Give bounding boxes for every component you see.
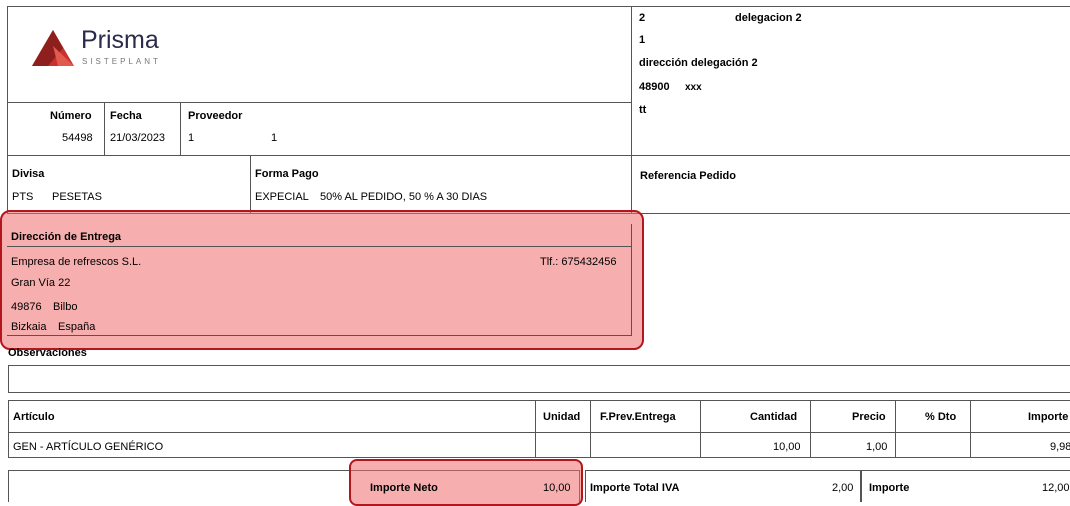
numero-label: Número <box>50 110 92 122</box>
forma-pago-label: Forma Pago <box>255 168 319 180</box>
col-divider-cantidad <box>700 400 701 458</box>
importe-neto-value: 10,00 <box>543 482 571 494</box>
header-divider <box>631 6 632 156</box>
fecha-label: Fecha <box>110 110 142 122</box>
row-precio: 1,00 <box>866 441 888 453</box>
logo-divider <box>7 102 632 103</box>
divisa-label: Divisa <box>12 168 45 180</box>
referencia-label: Referencia Pedido <box>640 170 736 182</box>
col-divider-dto <box>895 400 896 458</box>
delegation-line5: tt <box>639 104 647 116</box>
header-articulo: Artículo <box>13 411 55 423</box>
col-divider-precio <box>810 400 811 458</box>
entrega-cp: 49876 <box>11 301 42 313</box>
entrega-underline <box>7 246 632 247</box>
header-fprev: F.Prev.Entrega <box>600 411 676 423</box>
entrega-city: Bilbo <box>53 301 78 313</box>
delegation-address: dirección delegación 2 <box>639 57 758 69</box>
entrega-country: España <box>58 321 96 333</box>
header-importe: Importe <box>1028 411 1069 423</box>
proveedor-label: Proveedor <box>188 110 243 122</box>
divisa-name: PESETAS <box>52 191 102 203</box>
importe-iva-label: Importe Total IVA <box>590 482 680 494</box>
entrega-label: Dirección de Entrega <box>11 231 122 243</box>
delegation-cp: 48900 <box>639 81 670 93</box>
col-divider-fprev <box>590 400 591 458</box>
prisma-logo-icon <box>32 30 74 66</box>
company-logo: Prisma SISTEPLANT <box>30 26 180 72</box>
delegation-line2: 1 <box>639 34 646 46</box>
numero-value: 54498 <box>62 132 93 144</box>
logo-subtitle: SISTEPLANT <box>82 57 161 66</box>
entrega-province: Bizkaia <box>11 321 47 333</box>
logo-name: Prisma <box>81 26 159 54</box>
entrega-company: Empresa de refrescos S.L. <box>11 256 142 268</box>
importe-iva-value: 2,00 <box>832 482 854 494</box>
forma-pago-code: EXPECIAL <box>255 191 309 203</box>
header-precio: Precio <box>852 411 886 423</box>
delegation-name: delegacion 2 <box>735 12 802 24</box>
col-divider-unidad <box>535 400 536 458</box>
observaciones-box <box>8 365 1070 393</box>
importe-total-value: 12,00 <box>1042 482 1070 494</box>
fecha-divider <box>104 102 105 156</box>
proveedor-divider <box>180 102 181 156</box>
header-dto: % Dto <box>925 411 957 423</box>
header-unidad: Unidad <box>543 411 581 423</box>
table-header-line <box>8 432 1070 433</box>
delegation-code: 2 <box>639 12 646 24</box>
forma-pago-desc: 50% AL PEDIDO, 50 % A 30 DIAS <box>320 191 488 203</box>
importe-total-label: Importe <box>869 482 910 494</box>
row-importe: 9,98 <box>1050 441 1070 453</box>
payment-row-frame <box>7 156 1070 214</box>
referencia-divider <box>631 156 632 214</box>
header-cantidad: Cantidad <box>750 411 798 423</box>
articles-table <box>8 400 1070 458</box>
row-articulo: GEN - ARTÍCULO GENÉRICO <box>13 441 164 453</box>
proveedor-code: 1 <box>188 132 195 144</box>
divisa-code: PTS <box>12 191 34 203</box>
col-divider-importe <box>970 400 971 458</box>
delegation-city: xxx <box>685 82 702 93</box>
observaciones-label: Observaciones <box>8 347 87 359</box>
proveedor-name: 1 <box>271 132 278 144</box>
forma-pago-divider <box>250 156 251 214</box>
fecha-value: 21/03/2023 <box>110 132 166 144</box>
row-cantidad: 10,00 <box>773 441 801 453</box>
entrega-phone: Tlf.: 675432456 <box>540 256 617 268</box>
importe-neto-label: Importe Neto <box>370 482 438 494</box>
entrega-street: Gran Vía 22 <box>11 277 71 289</box>
